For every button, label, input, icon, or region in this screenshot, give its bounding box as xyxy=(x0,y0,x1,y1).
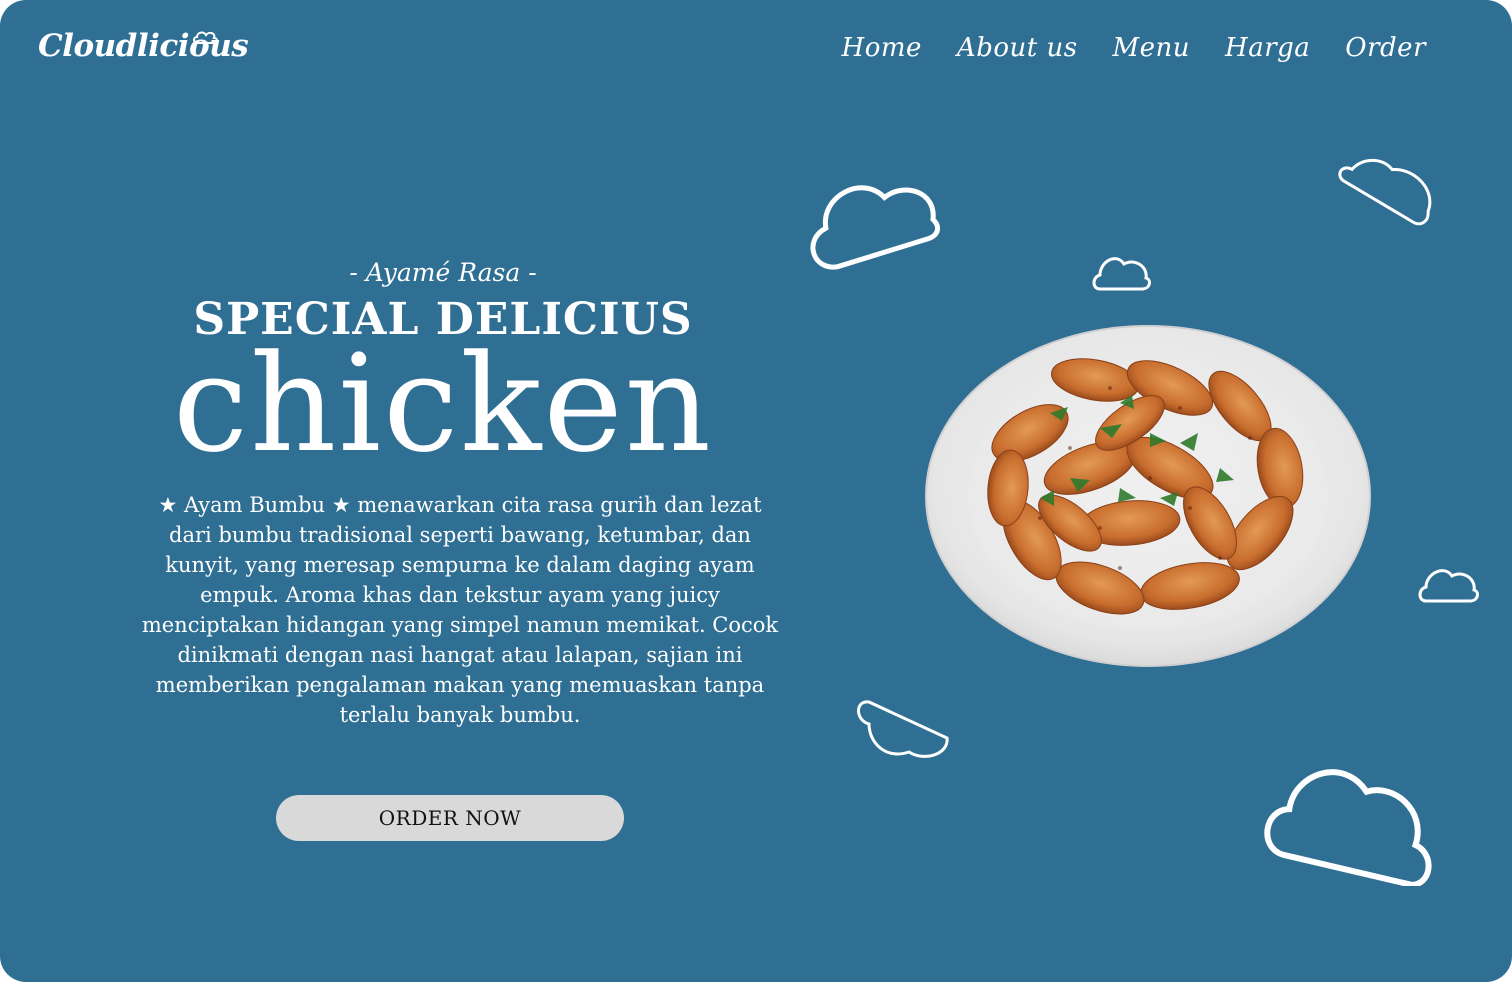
cloud-outline-icon xyxy=(1264,769,1432,886)
logo-cloud-icon xyxy=(193,31,218,44)
order-now-button[interactable]: ORDER NOW xyxy=(276,795,624,841)
cloud-outline-icon xyxy=(1418,569,1479,603)
cloud-outline-icon xyxy=(1338,158,1432,226)
cloud-outline-icon xyxy=(810,185,941,270)
nav-home[interactable]: Home xyxy=(842,33,922,63)
nav-about-us[interactable]: About us xyxy=(957,33,1078,63)
cloud-outline-icon xyxy=(1092,257,1151,291)
main-nav: Home About us Menu Harga Order xyxy=(842,33,1426,63)
hero-big-word: chicken xyxy=(172,326,714,482)
nav-menu[interactable]: Menu xyxy=(1113,33,1191,63)
hero-tagline: - Ayamé Rasa - xyxy=(349,258,537,287)
hero-description: ★ Ayam Bumbu ★ menawarkan cita rasa guri… xyxy=(141,493,779,727)
nav-order[interactable]: Order xyxy=(1345,33,1426,63)
landing-page: Cloudlicious Home About us Menu Harga Or… xyxy=(0,0,1512,982)
cloud-outline-icon xyxy=(857,700,949,758)
nav-harga[interactable]: Harga xyxy=(1225,33,1310,63)
chicken-plate-image xyxy=(925,325,1371,667)
